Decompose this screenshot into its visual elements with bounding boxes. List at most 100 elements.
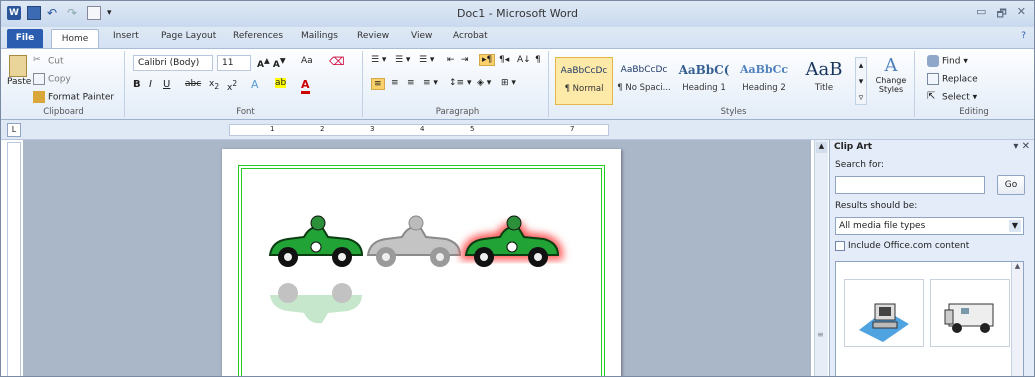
style-no-spacing[interactable]: AaBbCcDc ¶ No Spaci...	[615, 57, 673, 105]
search-input[interactable]	[835, 176, 985, 194]
close-pane-icon[interactable]: ▾ ✕	[1013, 141, 1030, 152]
clear-formatting-icon[interactable]: ⌫	[329, 55, 345, 68]
tab-file[interactable]: File	[7, 29, 43, 48]
grey-race-car-icon[interactable]	[366, 215, 462, 267]
computer-clip-icon	[859, 303, 909, 342]
select-cursor-icon: ⇱	[927, 91, 936, 102]
find-button[interactable]: Find ▾	[927, 55, 968, 67]
tab-insert[interactable]: Insert	[113, 31, 139, 41]
tab-review[interactable]: Review	[357, 31, 389, 41]
strikethrough-icon[interactable]: abc	[185, 79, 201, 89]
brush-icon	[33, 91, 45, 103]
numbering-icon[interactable]: ☰ ▾	[395, 55, 410, 65]
media-type-value: All media file types	[839, 221, 926, 231]
shading-icon[interactable]: ◈ ▾	[477, 78, 491, 88]
help-icon[interactable]: ?	[1021, 31, 1026, 41]
sort-icon[interactable]: A↓	[517, 55, 531, 65]
bold-icon[interactable]: B	[133, 79, 141, 90]
text-effects-icon[interactable]: A	[251, 78, 259, 91]
decrease-indent-icon[interactable]: ⇤	[447, 55, 455, 65]
media-type-select[interactable]: All media file types ▼	[835, 217, 1024, 235]
word-window: W ↶ ↷ ▾ Doc1 - Microsoft Word ▭ 🗗 ✕ File…	[0, 0, 1035, 377]
ruler-mark: 4	[420, 125, 425, 133]
editing-group: Find ▾ Replace ⇱ Select ▾ Editing	[919, 51, 1029, 117]
scroll-thumb-grip[interactable]: ≡	[817, 330, 826, 344]
copy-label: Copy	[48, 74, 71, 85]
change-styles-button[interactable]: A Change Styles	[871, 55, 911, 94]
clip-result-computer[interactable]	[844, 279, 924, 347]
grow-font-icon[interactable]: A▲ A▼	[257, 56, 286, 70]
increase-indent-icon[interactable]: ⇥	[461, 55, 469, 65]
rtl-icon[interactable]: ¶◂	[499, 55, 509, 65]
styles-scroll[interactable]: ▴ ▾ ▿	[855, 57, 867, 105]
tab-selector[interactable]: L	[7, 123, 21, 137]
go-button[interactable]: Go	[997, 175, 1025, 195]
subscript-icon[interactable]: x2	[209, 79, 219, 91]
search-label: Search for:	[835, 160, 885, 170]
align-center-icon[interactable]: ≡	[391, 78, 399, 88]
style-normal[interactable]: AaBbCcDc ¶ Normal	[555, 57, 613, 105]
style-heading-1[interactable]: AaBbC( Heading 1	[675, 57, 733, 105]
font-group: Calibri (Body) 11 A▲ A▼ Aa ⌫ B I U abc x…	[129, 51, 363, 117]
results-scrollbar[interactable]: ▲	[1011, 262, 1023, 376]
document-area[interactable]	[23, 140, 811, 376]
paste-button[interactable]: Paste	[7, 55, 31, 91]
show-marks-icon[interactable]: ¶	[535, 55, 541, 65]
glowing-race-car-icon[interactable]	[460, 215, 564, 267]
results-scroll-up-icon[interactable]: ▲	[1012, 262, 1023, 270]
change-styles-label: Change Styles	[875, 76, 907, 94]
green-race-car-icon[interactable]	[268, 215, 364, 267]
multilevel-list-icon[interactable]: ☰ ▾	[419, 55, 434, 65]
style-no-spacing-name: ¶ No Spaci...	[617, 83, 671, 93]
horizontal-ruler[interactable]: 1 2 3 4 5 7	[229, 124, 609, 136]
vertical-scrollbar[interactable]: ▲ ≡	[814, 140, 828, 376]
cut-label: Cut	[48, 56, 64, 67]
font-size-select[interactable]: 11	[217, 55, 251, 71]
underline-icon[interactable]: U	[163, 79, 170, 90]
cut-button[interactable]: ✂ Cut	[33, 55, 64, 67]
align-right-icon[interactable]: ≡	[407, 78, 415, 88]
style-heading-2-name: Heading 2	[742, 83, 786, 93]
italic-icon[interactable]: I	[149, 79, 152, 90]
tab-view[interactable]: View	[411, 31, 432, 41]
tab-acrobat[interactable]: Acrobat	[453, 31, 488, 41]
style-heading-2[interactable]: AaBbCc Heading 2	[735, 57, 793, 105]
format-painter-button[interactable]: Format Painter	[33, 91, 114, 103]
copy-button[interactable]: Copy	[33, 73, 71, 85]
change-case-button[interactable]: Aa	[301, 56, 313, 66]
tab-references[interactable]: References	[233, 31, 283, 41]
document-page[interactable]	[222, 149, 621, 376]
close-icon[interactable]: ✕	[1017, 5, 1026, 24]
minimize-icon[interactable]: ▭	[976, 5, 986, 24]
select-button[interactable]: ⇱ Select ▾	[927, 91, 977, 103]
include-office-checkbox[interactable]: Include Office.com content	[835, 241, 969, 251]
scroll-up-icon[interactable]: ▲	[816, 142, 827, 153]
borders-icon[interactable]: ⊞ ▾	[501, 78, 516, 88]
style-title-name: Title	[814, 83, 834, 93]
chevron-down-icon[interactable]: ▼	[1009, 220, 1021, 232]
replace-button[interactable]: Replace	[927, 73, 978, 85]
vertical-ruler[interactable]	[7, 142, 21, 376]
tab-page-layout[interactable]: Page Layout	[161, 31, 216, 41]
checkbox-icon[interactable]	[835, 241, 845, 251]
restore-icon[interactable]: 🗗	[996, 5, 1006, 24]
copy-icon	[33, 73, 45, 85]
ribbon-tabs: File Home Insert Page Layout References …	[1, 27, 1034, 50]
style-title[interactable]: AaB Title	[795, 57, 853, 105]
justify-icon[interactable]: ≡ ▾	[423, 78, 438, 88]
clip-result-ambulance[interactable]	[930, 279, 1010, 347]
results-list[interactable]: ▲	[835, 261, 1024, 376]
font-name-select[interactable]: Calibri (Body)	[133, 55, 213, 71]
superscript-icon[interactable]: x2	[227, 79, 237, 93]
align-left-icon[interactable]: ≡	[371, 78, 385, 90]
line-spacing-icon[interactable]: ↕≡ ▾	[449, 78, 471, 88]
highlight-icon[interactable]: ab	[275, 78, 287, 88]
font-color-icon[interactable]: A	[301, 78, 310, 94]
clip-art-pane: Clip Art ▾ ✕ Search for: Go Results shou…	[829, 140, 1034, 376]
tab-mailings[interactable]: Mailings	[301, 31, 338, 41]
tab-home[interactable]: Home	[51, 29, 99, 50]
ltr-icon[interactable]: ▸¶	[479, 54, 496, 66]
ruler-mark: 7	[570, 125, 575, 133]
bullets-icon[interactable]: ☰ ▾	[371, 55, 386, 65]
style-normal-name: ¶ Normal	[564, 84, 604, 94]
